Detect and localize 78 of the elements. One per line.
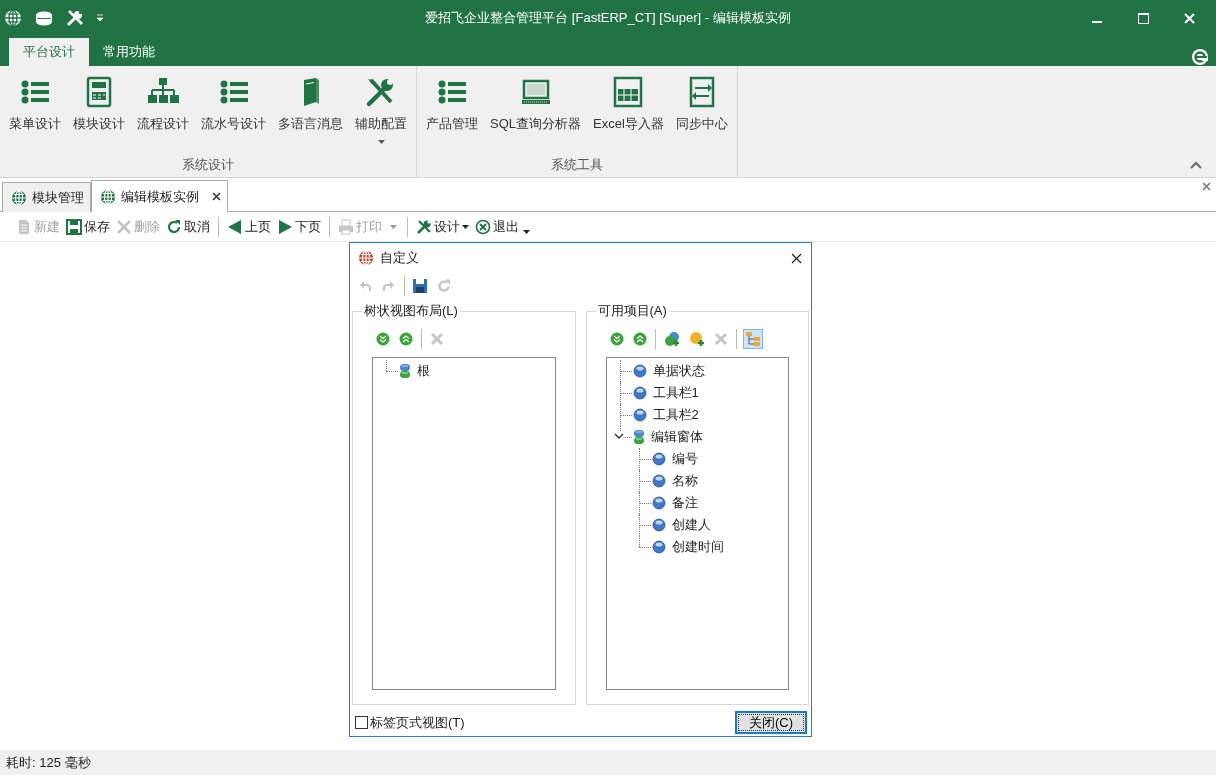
ribbon-button[interactable]: Excel导入器 [587, 66, 670, 155]
group-label: 系统工具 [549, 155, 604, 174]
panel-title: 可用项目(A) [595, 303, 669, 319]
panel-title: 树状视图布局(L) [362, 303, 460, 319]
floppy-icon [66, 218, 82, 235]
left-triangle-icon [227, 218, 243, 235]
ribbon-button[interactable]: 模块设计 [67, 66, 131, 155]
expand-all-icon [609, 332, 624, 346]
tree-node[interactable]: 工具栏2 [652, 405, 699, 425]
globe-icon [358, 250, 374, 266]
document-tab[interactable]: 模块管理 [2, 182, 91, 212]
customize-caret-icon[interactable] [96, 14, 104, 22]
collapse-all-icon [399, 332, 413, 346]
close-icon [790, 252, 802, 264]
ribbon-button[interactable]: 菜单设计 [3, 66, 67, 155]
delete-icon [713, 332, 728, 346]
tree-node[interactable]: 工具栏1 [652, 383, 699, 403]
database-icon[interactable] [34, 10, 54, 26]
tree-node[interactable]: 根 [417, 361, 430, 381]
globe-icon [100, 188, 116, 205]
right-triangle-icon [277, 218, 293, 235]
ribbon-button[interactable]: 多语言消息 [272, 66, 349, 155]
reset-icon [436, 278, 452, 294]
close-dialog-button[interactable]: 关闭(C) [735, 711, 807, 734]
document-tab[interactable]: 编辑模板实例 [91, 180, 228, 212]
toolbar-button[interactable]: 取消 [164, 216, 212, 237]
toolbar-button[interactable]: 退出 [473, 216, 521, 237]
ribbon-button[interactable]: SQL查询分析器 [484, 66, 587, 155]
toolbar-button[interactable]: 设计 [414, 216, 471, 237]
document-icon [16, 218, 32, 235]
tabbed-view-checkbox[interactable]: 标签页式视图(T) [355, 712, 465, 733]
tool-button[interactable] [410, 276, 430, 296]
ribbon-button[interactable]: 同步中心 [669, 66, 734, 155]
tree-node[interactable]: 创建人 [671, 515, 711, 535]
close-tab-button[interactable] [212, 192, 221, 201]
tree-node[interactable]: 创建时间 [671, 537, 724, 557]
expand-all-icon [376, 332, 390, 346]
status-text: 耗时: 125 毫秒 [6, 753, 91, 772]
overflow-caret-icon[interactable] [523, 229, 530, 234]
maximize-icon [1137, 12, 1149, 24]
tree-node[interactable]: 备注 [671, 493, 698, 513]
tree-node[interactable]: 单据状态 [652, 361, 705, 381]
ribbon-button[interactable]: 产品管理 [420, 66, 484, 155]
floppy-icon [412, 278, 428, 294]
ribbon-button[interactable]: 流程设计 [131, 66, 195, 155]
minimize-icon [1092, 21, 1102, 23]
ribbon-button[interactable]: 辅助配置 [349, 66, 413, 155]
add-item-icon [688, 331, 705, 347]
toolbar-button[interactable]: 保存 [64, 216, 112, 237]
tools-icon [416, 218, 432, 235]
close-icon [1183, 12, 1195, 24]
collapse-ribbon-icon[interactable] [1190, 161, 1202, 169]
toolbar-button[interactable]: 下页 [275, 216, 323, 237]
close-all-button[interactable] [1202, 182, 1211, 191]
tree-node[interactable]: 编号 [671, 449, 698, 469]
caret-icon [462, 224, 469, 229]
globe-icon[interactable] [4, 9, 22, 27]
toolbar-button[interactable]: 上页 [225, 216, 273, 237]
refresh-icon [166, 218, 182, 235]
tree-node[interactable]: 编辑窗体 [650, 427, 703, 447]
group-label: 系统设计 [181, 155, 235, 174]
ribbon-tab[interactable]: 平台设计 [9, 38, 89, 66]
tools-icon[interactable] [66, 9, 84, 27]
cancel-circle-icon [475, 218, 491, 235]
dialog-title: 自定义 [380, 249, 419, 268]
ribbon-tab[interactable]: 常用功能 [89, 38, 169, 66]
ribbon-button[interactable]: 流水号设计 [195, 66, 272, 155]
add-group-icon [663, 331, 680, 347]
delete-icon [116, 218, 132, 235]
collapse-all-icon [632, 332, 647, 346]
window-title: 爱招飞企业整合管理平台 [FastERP_CT] [Super] - 编辑模板实例 [424, 9, 792, 28]
redo-icon [381, 278, 397, 294]
spreadsheet-icon [612, 76, 645, 108]
tree-node[interactable]: 名称 [671, 471, 698, 491]
printer-icon [338, 218, 354, 235]
globe-icon [11, 189, 27, 206]
delete-icon [430, 332, 444, 346]
tree-view-icon [744, 331, 761, 347]
